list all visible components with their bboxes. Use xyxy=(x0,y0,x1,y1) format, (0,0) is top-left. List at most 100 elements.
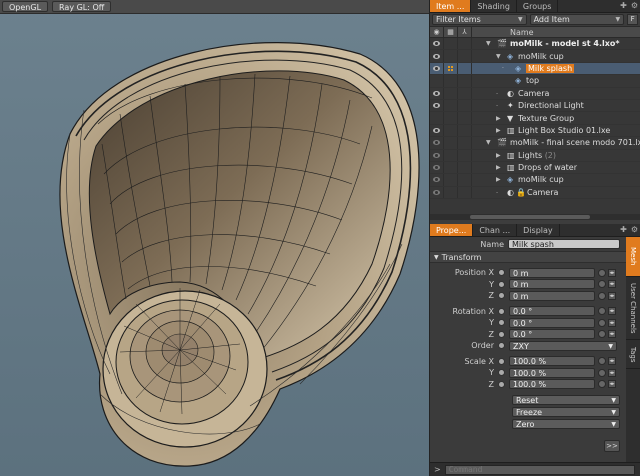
tree-row[interactable]: ▶ ▥ Drops of water xyxy=(430,161,640,175)
tree-row[interactable]: ▼ 🎬 moMilk - final scene modo 701.lxo xyxy=(430,137,640,150)
eye-icon[interactable] xyxy=(433,127,440,133)
position-z-field[interactable]: 0 m xyxy=(509,290,595,301)
eye-icon[interactable] xyxy=(433,177,440,183)
expand-triangle-icon[interactable]: ▶ xyxy=(496,115,501,122)
command-input[interactable] xyxy=(444,464,635,475)
eye-icon[interactable] xyxy=(433,65,440,71)
scrollbar-thumb[interactable] xyxy=(470,215,590,219)
tree-row[interactable]: ▶ ▼ Texture Group xyxy=(430,112,640,125)
expand-triangle-icon[interactable]: ▶ xyxy=(496,127,501,134)
3d-viewport[interactable]: OpenGL Ray GL: Off xyxy=(0,0,429,476)
arrows-icon[interactable]: ◂▸ xyxy=(608,280,616,289)
tree-row[interactable]: ▼ ◈ moMilk cup xyxy=(430,50,640,63)
rotation-z-field[interactable]: 0.0 ° xyxy=(509,329,595,340)
keyframe-dot-icon[interactable] xyxy=(498,280,505,288)
expand-triangle-icon[interactable]: ▶ xyxy=(496,164,501,171)
eye-icon[interactable] xyxy=(433,140,440,146)
tab-shading[interactable]: Shading xyxy=(471,0,517,12)
keyframe-dot-icon[interactable] xyxy=(498,357,505,365)
eye-icon[interactable] xyxy=(433,103,440,109)
eye-icon[interactable] xyxy=(433,53,440,59)
tree-row-selected[interactable]: · ◈ Milk splash xyxy=(430,62,640,76)
raygl-button[interactable]: Ray GL: Off xyxy=(52,1,112,12)
lock-column-header[interactable]: ▦ xyxy=(444,27,458,37)
gear-icon[interactable]: ⚙ xyxy=(631,1,638,10)
keyframe-dot-icon[interactable] xyxy=(498,292,505,300)
vtab-mesh[interactable]: Mesh xyxy=(626,237,640,277)
rotation-x-field[interactable]: 0.0 ° xyxy=(509,306,595,317)
keyframe-dot-icon[interactable] xyxy=(498,319,505,327)
opengl-button[interactable]: OpenGL xyxy=(2,1,49,12)
position-x-field[interactable]: 0 m xyxy=(509,267,595,278)
link-icon[interactable] xyxy=(598,280,606,289)
link-icon[interactable] xyxy=(598,368,606,377)
reset-dropdown[interactable]: Reset ▼ xyxy=(512,394,620,405)
freeze-dropdown[interactable]: Freeze ▼ xyxy=(512,406,620,417)
scale-x-field[interactable]: 100.0 % xyxy=(509,356,595,367)
position-y-field[interactable]: 0 m xyxy=(509,279,595,290)
eye-icon[interactable] xyxy=(433,165,440,171)
name-column-header[interactable]: Name xyxy=(472,27,534,37)
name-field[interactable]: Milk spash xyxy=(508,239,620,249)
pin-icon[interactable]: ✚ xyxy=(620,1,627,10)
tab-display[interactable]: Display xyxy=(517,224,560,236)
zero-dropdown[interactable]: Zero ▼ xyxy=(512,418,620,429)
pin-icon[interactable]: ✚ xyxy=(620,225,627,234)
scale-y-field[interactable]: 100.0 % xyxy=(509,367,595,378)
tab-item-list[interactable]: Item ... xyxy=(430,0,472,12)
type-column-header[interactable]: ⅄ xyxy=(458,27,472,37)
filter-items-dropdown[interactable]: Filter Items ▼ xyxy=(432,14,527,25)
tree-row[interactable]: - ◐ 🔒 Camera xyxy=(430,186,640,200)
expand-triangle-icon[interactable]: ▶ xyxy=(496,152,501,159)
keyframe-dot-icon[interactable] xyxy=(498,342,505,350)
eye-icon[interactable] xyxy=(433,152,440,158)
tree-row[interactable]: - ◐ Camera xyxy=(430,87,640,100)
tab-channels[interactable]: Chan ... xyxy=(473,224,518,236)
link-icon[interactable] xyxy=(598,268,606,277)
tree-row[interactable]: ▼ 🎬 moMilk - model st 4.lxo* xyxy=(430,38,640,51)
f-button[interactable]: F xyxy=(627,14,639,25)
eye-icon[interactable] xyxy=(433,41,440,47)
arrows-icon[interactable]: ◂▸ xyxy=(608,268,616,277)
keyframe-dot-icon[interactable] xyxy=(498,307,505,315)
visibility-column-header[interactable]: ◉ xyxy=(430,27,444,37)
tree-row[interactable]: - ✦ Directional Light xyxy=(430,99,640,113)
arrows-icon[interactable]: ◂▸ xyxy=(608,291,616,300)
arrows-icon[interactable]: ◂▸ xyxy=(608,357,616,366)
vtab-tags[interactable]: Tags xyxy=(626,341,640,369)
scale-z-field[interactable]: 100.0 % xyxy=(509,379,595,390)
keyframe-dot-icon[interactable] xyxy=(498,330,505,338)
expand-triangle-icon[interactable]: ▼ xyxy=(486,40,491,47)
link-icon[interactable] xyxy=(598,357,606,366)
tree-row[interactable]: ▶ ▥ Light Box Studio 01.lxe xyxy=(430,124,640,138)
expand-triangle-icon[interactable]: ▶ xyxy=(496,176,501,183)
link-icon[interactable] xyxy=(598,291,606,300)
vtab-user-channels[interactable]: User Channels xyxy=(626,278,640,340)
link-icon[interactable] xyxy=(598,307,606,316)
arrows-icon[interactable]: ◂▸ xyxy=(608,330,616,339)
horizontal-scrollbar[interactable] xyxy=(430,214,640,220)
arrows-icon[interactable]: ◂▸ xyxy=(608,368,616,377)
order-dropdown[interactable]: ZXY ▼ xyxy=(509,340,617,351)
link-icon[interactable] xyxy=(598,380,606,389)
link-icon[interactable] xyxy=(598,318,606,327)
expand-triangle-icon[interactable]: ▼ xyxy=(496,53,501,60)
arrows-icon[interactable]: ◂▸ xyxy=(608,380,616,389)
tree-row[interactable]: ◈ top xyxy=(430,75,640,88)
tree-row[interactable]: ▶ ◈ moMilk cup xyxy=(430,174,640,187)
gear-icon[interactable]: ⚙ xyxy=(631,225,638,234)
keyframe-dot-icon[interactable] xyxy=(498,269,505,277)
more-button[interactable]: >> xyxy=(604,440,620,452)
expand-triangle-icon[interactable]: ▼ xyxy=(486,139,491,146)
lock-grid-icon[interactable] xyxy=(448,65,454,71)
link-icon[interactable] xyxy=(598,330,606,339)
eye-icon[interactable] xyxy=(433,90,440,96)
add-item-dropdown[interactable]: Add Item ▼ xyxy=(529,14,625,25)
keyframe-dot-icon[interactable] xyxy=(498,369,505,377)
tab-groups[interactable]: Groups xyxy=(517,0,559,12)
eye-icon[interactable] xyxy=(433,189,440,195)
rotation-y-field[interactable]: 0.0 ° xyxy=(509,317,595,328)
keyframe-dot-icon[interactable] xyxy=(498,380,505,388)
tree-row[interactable]: ▶ ▥ Lights (2) xyxy=(430,149,640,162)
arrows-icon[interactable]: ◂▸ xyxy=(608,307,616,316)
